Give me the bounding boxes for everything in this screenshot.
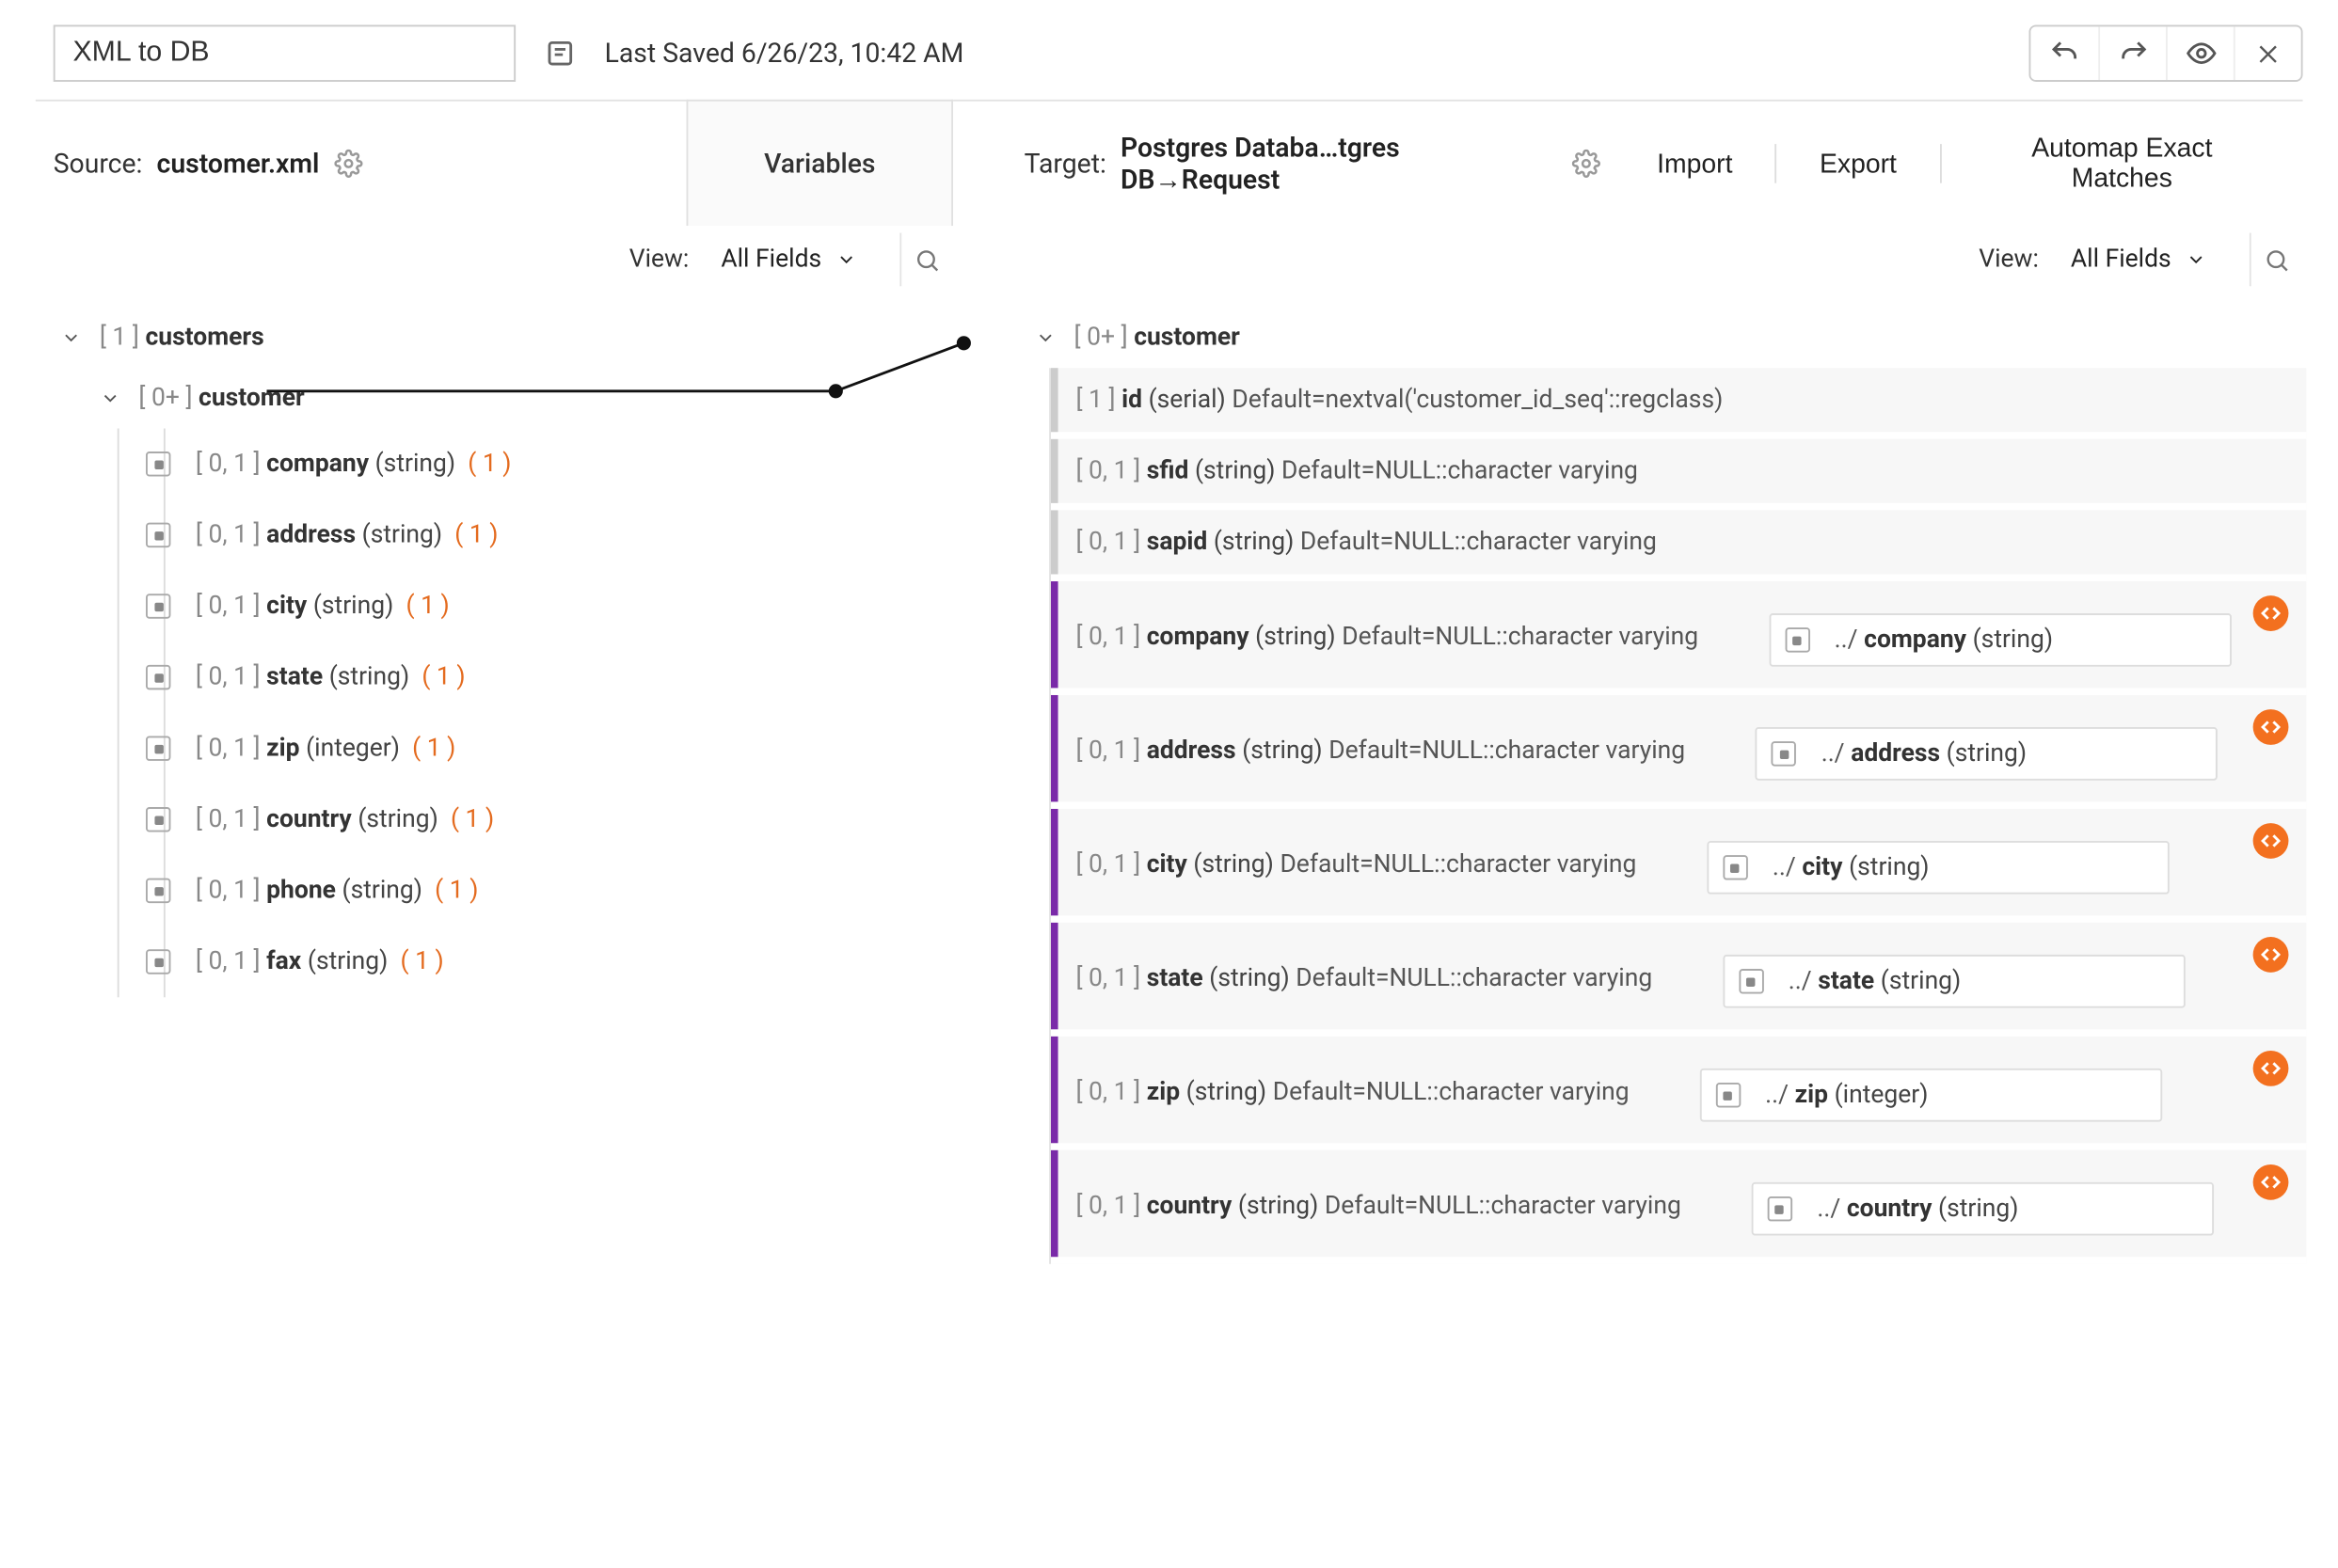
target-field-state[interactable]: [ 0, 1 ] state (string) Default=NULL::ch… [1051, 923, 2306, 1037]
target-field-id[interactable]: [ 1 ] id (serial) Default=nextval('custo… [1051, 368, 2306, 439]
undo-button[interactable] [2030, 26, 2098, 80]
source-value: customer.xml [157, 148, 320, 180]
title-input[interactable] [54, 24, 516, 81]
target-field-sapid[interactable]: [ 0, 1 ] sapid (string) Default=NULL::ch… [1051, 510, 2306, 581]
view-row: View: All Fields View: All Fields [0, 226, 2338, 300]
field-icon [146, 879, 170, 903]
target-field-company[interactable]: [ 0, 1 ] company (string) Default=NULL::… [1051, 581, 2306, 695]
target-field-address[interactable]: [ 0, 1 ] address (string) Default=NULL::… [1051, 695, 2306, 809]
tab-variables[interactable]: Variables [687, 100, 954, 226]
tree-node-root[interactable]: [ 1 ] customers [54, 308, 957, 368]
script-badge-icon[interactable] [2253, 1051, 2289, 1086]
automap-button[interactable]: Automap Exact Matches [1941, 122, 2302, 204]
script-badge-icon[interactable] [2253, 1164, 2289, 1200]
search-icon [914, 246, 940, 273]
gear-icon[interactable] [1571, 150, 1599, 178]
mapping-source[interactable]: ../ company (string) [1769, 613, 2231, 667]
tab-variables-label: Variables [764, 148, 875, 180]
target-panel: [ 0+ ] customer [ 1 ] id (serial) Defaul… [957, 308, 2307, 1264]
target-field-zip[interactable]: [ 0, 1 ] zip (string) Default=NULL::char… [1051, 1037, 2306, 1150]
header-row: Source: customer.xml Variables Target: P… [0, 102, 2338, 226]
view-label: View: [1979, 245, 2039, 274]
search-button[interactable] [2250, 233, 2303, 287]
view-label: View: [629, 245, 690, 274]
tree-node-customer[interactable]: [ 0+ ] customer [54, 368, 957, 428]
target-field-country[interactable]: [ 0, 1 ] country (string) Default=NULL::… [1051, 1150, 2306, 1264]
export-button[interactable]: Export [1777, 137, 1940, 189]
field-icon [146, 665, 170, 689]
field-icon [146, 523, 170, 547]
chevron-down-icon [835, 249, 857, 271]
mapping-source[interactable]: ../ zip (integer) [1699, 1069, 2161, 1122]
search-button[interactable] [899, 233, 953, 287]
field-icon [146, 807, 170, 832]
source-panel: [ 1 ] customers [ 0+ ] customer [ 0, 1 ]… [54, 308, 957, 1264]
field-icon [1715, 1083, 1740, 1107]
notes-icon[interactable] [544, 38, 576, 70]
chevron-down-icon[interactable] [1035, 327, 1059, 349]
field-icon [146, 594, 170, 618]
source-label: Source: [54, 148, 143, 180]
target-value: Postgres Databa…tgres DB→Request [1121, 132, 1557, 196]
top-bar: Last Saved 6/26/23, 10:42 AM [0, 0, 2338, 100]
field-icon [1739, 969, 1763, 993]
mapping-source[interactable]: ../ address (string) [1756, 727, 2218, 781]
script-badge-icon[interactable] [2253, 595, 2289, 631]
tree-node-customer[interactable]: [ 0+ ] customer [1027, 308, 2306, 368]
view-value: All Fields [2071, 245, 2171, 274]
tree-leaf-company[interactable]: [ 0, 1 ] company (string) ( 1 ) [54, 428, 957, 499]
script-badge-icon[interactable] [2253, 709, 2289, 745]
tree-leaf-country[interactable]: [ 0, 1 ] country (string) ( 1 ) [54, 784, 957, 855]
tree-leaf-address[interactable]: [ 0, 1 ] address (string) ( 1 ) [54, 499, 957, 571]
close-button[interactable] [2234, 26, 2301, 80]
last-saved: Last Saved 6/26/23, 10:42 AM [605, 38, 964, 70]
redo-button[interactable] [2098, 26, 2166, 80]
preview-button[interactable] [2166, 26, 2234, 80]
script-badge-icon[interactable] [2253, 937, 2289, 973]
field-icon [1772, 741, 1796, 766]
field-icon [1767, 1196, 1791, 1221]
field-icon [1785, 627, 1809, 652]
tree-leaf-phone[interactable]: [ 0, 1 ] phone (string) ( 1 ) [54, 855, 957, 927]
field-icon [146, 451, 170, 476]
script-badge-icon[interactable] [2253, 823, 2289, 859]
field-icon [146, 949, 170, 974]
tree-leaf-state[interactable]: [ 0, 1 ] state (string) ( 1 ) [54, 641, 957, 713]
tree-leaf-city[interactable]: [ 0, 1 ] city (string) ( 1 ) [54, 571, 957, 642]
import-button[interactable]: Import [1614, 137, 1775, 189]
view-dropdown[interactable]: All Fields [721, 245, 867, 274]
view-value: All Fields [721, 245, 821, 274]
target-field-sfid[interactable]: [ 0, 1 ] sfid (string) Default=NULL::cha… [1051, 439, 2306, 511]
target-label: Target: [1025, 148, 1106, 180]
gear-icon[interactable] [333, 150, 361, 178]
search-icon [2264, 246, 2290, 273]
tree-leaf-fax[interactable]: [ 0, 1 ] fax (string) ( 1 ) [54, 927, 957, 998]
tree-leaf-zip[interactable]: [ 0, 1 ] zip (integer) ( 1 ) [54, 713, 957, 784]
chevron-down-icon[interactable] [100, 388, 124, 409]
mapping-source[interactable]: ../ city (string) [1707, 841, 2169, 895]
view-dropdown[interactable]: All Fields [2071, 245, 2218, 274]
main-body: [ 1 ] customers [ 0+ ] customer [ 0, 1 ]… [0, 300, 2338, 1263]
chevron-down-icon[interactable] [60, 327, 85, 349]
field-icon [146, 736, 170, 760]
field-icon [1723, 855, 1747, 879]
chevron-down-icon [2186, 249, 2207, 271]
action-group [2028, 24, 2302, 81]
target-field-city[interactable]: [ 0, 1 ] city (string) Default=NULL::cha… [1051, 809, 2306, 923]
mapping-source[interactable]: ../ state (string) [1723, 955, 2185, 1008]
mapping-source[interactable]: ../ country (string) [1751, 1182, 2213, 1236]
